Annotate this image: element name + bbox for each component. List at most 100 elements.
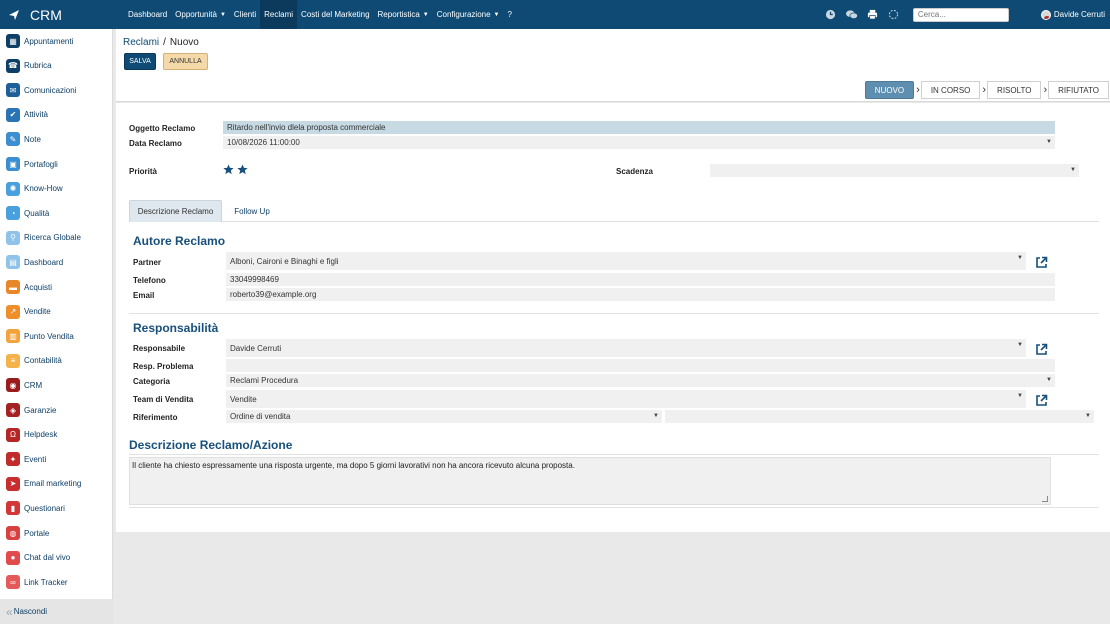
sidebar-item-vendite[interactable]: ↗ Vendite: [0, 302, 113, 322]
email-field[interactable]: roberto39@example.org: [226, 288, 1055, 301]
resize-handle-icon[interactable]: [1042, 496, 1048, 502]
tab-descrizione-reclamo[interactable]: Descrizione Reclamo: [129, 200, 222, 222]
status-stage[interactable]: RIFIUTATO: [1048, 81, 1109, 99]
menu-item-label: Clienti: [233, 10, 257, 19]
sidebar-item-acquisti[interactable]: ▬ Acquisti: [0, 277, 113, 297]
menu-item[interactable]: Clienti: [230, 0, 260, 29]
clock-icon[interactable]: [825, 9, 837, 21]
team-label: Team di Vendita: [133, 395, 194, 404]
caret-down-icon: ▼: [493, 11, 500, 18]
telefono-label: Telefono: [133, 276, 166, 285]
menu-item[interactable]: Reclami: [260, 0, 298, 29]
status-stage[interactable]: RISOLTO: [987, 81, 1042, 99]
status-stage[interactable]: IN CORSO: [920, 81, 981, 99]
riferimento-model-select[interactable]: Ordine di vendita ▼: [226, 410, 662, 423]
control-panel: Reclami / Nuovo SALVA ANNULLA NUOVO › IN C…: [116, 29, 1110, 102]
categoria-field[interactable]: Reclami Procedura ▼: [226, 374, 1055, 387]
caret-down-icon: ▼: [219, 11, 226, 18]
calendar-icon: ▦: [6, 34, 20, 48]
gauge-icon: ◔: [6, 206, 20, 221]
brand[interactable]: CRM: [0, 7, 118, 23]
shop-icon: ▥: [6, 329, 20, 344]
data-reclamo-label: Data Reclamo: [129, 139, 182, 148]
cancel-button[interactable]: ANNULLA: [163, 53, 208, 70]
data-reclamo-field[interactable]: 10/08/2026 11:00:00 ▼: [223, 136, 1055, 149]
resp-problema-field[interactable]: [226, 359, 1055, 372]
tab-follow-up[interactable]: Follow Up: [227, 200, 277, 222]
sidebar-item-ricerca-globale[interactable]: ⚲ Ricerca Globale: [0, 228, 113, 248]
sidebar-item-label: Note: [24, 134, 41, 144]
responsabile-field[interactable]: Davide Cerruti ▼: [226, 339, 1026, 357]
save-button[interactable]: SALVA: [124, 53, 156, 70]
sidebar-item-note[interactable]: ✎ Note: [0, 129, 113, 149]
sidebar-item-portafogli[interactable]: ▣ Portafogli: [0, 154, 113, 174]
sidebar-item-link-tracker[interactable]: ∞ Link Tracker: [0, 572, 113, 592]
telefono-field[interactable]: 33049998469: [226, 273, 1055, 286]
sidebar-hide-button[interactable]: « Nascondi: [0, 599, 113, 624]
team-field[interactable]: Vendite ▼: [226, 390, 1026, 408]
sidebar-item-garanzie[interactable]: ◈ Garanzie: [0, 400, 113, 420]
sidebar-item-appuntamenti[interactable]: ▦ Appuntamenti: [0, 31, 113, 51]
sidebar-item-chat-dal-vivo[interactable]: ● Chat dal vivo: [0, 548, 113, 568]
sidebar-item-eventi[interactable]: ✦ Eventi: [0, 449, 113, 469]
sidebar-item-helpdesk[interactable]: Ω Helpdesk: [0, 425, 113, 445]
sidebar-item-label: Comunicazioni: [24, 85, 77, 95]
sidebar-item-comunicazioni[interactable]: ✉ Comunicazioni: [0, 80, 113, 100]
user-menu[interactable]: Davide Cerruti: [1040, 9, 1105, 20]
search-input[interactable]: [912, 7, 1009, 22]
sidebar-hide-label: Nascondi: [13, 607, 48, 616]
ticket-icon: ✦: [6, 452, 20, 467]
chat-icon[interactable]: [845, 9, 858, 21]
external-link-icon[interactable]: [1035, 256, 1048, 269]
menu-item[interactable]: Reportistica ▼: [374, 0, 433, 29]
external-link-icon[interactable]: [1035, 343, 1048, 356]
print-icon[interactable]: [867, 9, 879, 21]
menu-item[interactable]: Costi del Marketing: [297, 0, 373, 29]
external-link-icon[interactable]: [1035, 394, 1048, 407]
scadenza-field[interactable]: ▼: [710, 164, 1079, 177]
sidebar-item-label: Rubrica: [24, 61, 52, 71]
riferimento-record-select[interactable]: ▼: [665, 410, 1094, 423]
sidebar-item-label: Know-How: [24, 184, 63, 194]
sidebar-item-contabilit-[interactable]: ≡ Contabilità: [0, 351, 113, 371]
partner-value: Alboni, Caironi e Binaghi e figli: [230, 256, 339, 266]
sidebar: « Nascondi ▦ Appuntamenti ☎ Rubrica ✉ Comunic…: [0, 29, 113, 624]
section-title-descrizione: Descrizione Reclamo/Azione: [129, 438, 293, 452]
star-icon[interactable]: [223, 164, 234, 175]
breadcrumb-current: Nuovo: [169, 37, 199, 48]
chevron-right-icon: ›: [916, 84, 920, 96]
sidebar-item-label: CRM: [24, 380, 43, 390]
menu-item[interactable]: ?: [504, 0, 516, 29]
menu-item-label: Reclami: [264, 10, 294, 19]
sidebar-item-label: Contabilità: [24, 356, 62, 366]
menu-item[interactable]: Dashboard: [124, 0, 171, 29]
sidebar-item-portale[interactable]: ◍ Portale: [0, 523, 113, 543]
section-title-autore: Autore Reclamo: [133, 234, 226, 248]
sidebar-item-qualit-[interactable]: ◔ Qualità: [0, 203, 113, 223]
sidebar-item-dashboard[interactable]: ▤ Dashboard: [0, 252, 113, 272]
ledger-icon: ≡: [6, 353, 20, 368]
menu-item[interactable]: Configurazione ▼: [433, 0, 504, 29]
sidebar-item-punto-vendita[interactable]: ▥ Punto Vendita: [0, 326, 113, 346]
menu-item[interactable]: Opportunità ▼: [171, 0, 230, 29]
star-icon[interactable]: [237, 164, 248, 175]
status-stage[interactable]: NUOVO: [864, 81, 915, 99]
partner-field[interactable]: Alboni, Caironi e Binaghi e figli ▼: [226, 252, 1026, 270]
sidebar-item-questionari[interactable]: ▮ Questionari: [0, 498, 113, 518]
sidebar-item-crm[interactable]: ◉ CRM: [0, 375, 113, 395]
oggetto-label: Oggetto Reclamo: [129, 124, 196, 133]
descrizione-textarea[interactable]: Il cliente ha chiesto espressamente una …: [129, 457, 1051, 505]
sidebar-item-attivit-[interactable]: ✔ Attività: [0, 105, 113, 125]
sidebar-item-label: Attività: [24, 110, 49, 120]
sidebar-item-know-how[interactable]: ✺ Know-How: [0, 179, 113, 199]
sidebar-item-rubrica[interactable]: ☎ Rubrica: [0, 56, 113, 76]
user-name: Davide Cerruti: [1053, 10, 1105, 19]
menu-item-label: Reportistica: [377, 10, 420, 19]
menu-item-label: Costi del Marketing: [301, 10, 370, 19]
main-menu: Dashboard Opportunità ▼ Clienti Reclami Costi…: [124, 0, 516, 29]
sidebar-item-email-marketing[interactable]: ➤ Email marketing: [0, 474, 113, 494]
oggetto-field[interactable]: Ritardo nell'invio dlela proposta commer…: [223, 121, 1055, 134]
dashboard-icon: ▤: [6, 255, 20, 270]
priorita-label: Priorità: [129, 167, 158, 176]
breadcrumb-parent[interactable]: Reclami: [123, 37, 159, 48]
